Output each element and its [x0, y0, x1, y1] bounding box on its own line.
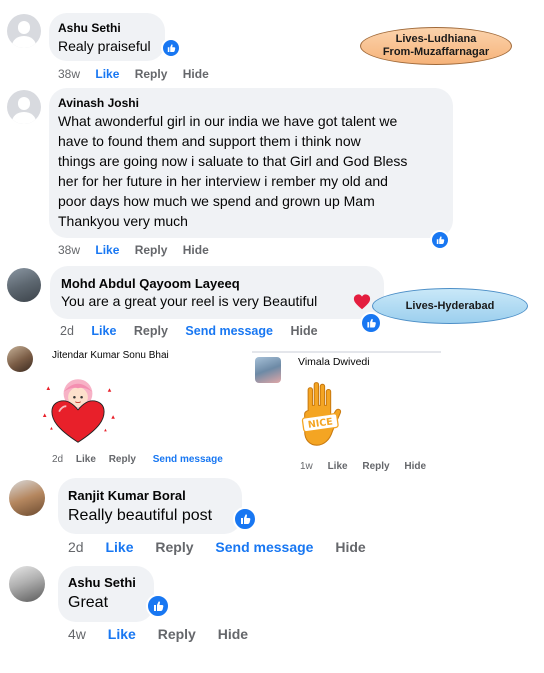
heart-girl-sticker: [42, 379, 115, 443]
comment-author[interactable]: Jitendar Kumar Sonu Bhai: [52, 350, 169, 361]
annotation-oval-hyderabad: Lives-Hyderabad: [372, 288, 528, 324]
avatar-default[interactable]: [7, 90, 41, 124]
annotation-line: Lives-Ludhiana: [395, 33, 477, 45]
comment-actions: 2d Like Reply Send message: [52, 454, 235, 465]
send-message-link[interactable]: Send message: [153, 454, 223, 465]
hide-link[interactable]: Hide: [290, 324, 317, 338]
reply-link[interactable]: Reply: [135, 243, 168, 257]
comment-text-line: What awonderful girl in our india we hav…: [58, 113, 398, 129]
like-link[interactable]: Like: [105, 539, 133, 555]
annotation-oval-ludhiana: Lives-Ludhiana From-Muzaffarnagar: [360, 27, 512, 65]
avatar-photo[interactable]: [9, 566, 45, 602]
comment-author[interactable]: Vimala Dwivedi: [298, 356, 370, 368]
comment-author[interactable]: Ranjit Kumar Boral: [68, 488, 186, 503]
comment-actions: 2d Like Reply Send message Hide: [60, 324, 330, 338]
comment-actions: 38w Like Reply Hide: [58, 67, 221, 81]
reply-link[interactable]: Reply: [134, 324, 168, 338]
like-link[interactable]: Like: [108, 626, 136, 642]
comment-actions: 2d Like Reply Send message Hide: [68, 539, 378, 555]
like-link[interactable]: Like: [76, 454, 96, 465]
reply-link[interactable]: Reply: [158, 626, 196, 642]
heart-reaction-icon[interactable]: [353, 293, 371, 311]
hide-link[interactable]: Hide: [404, 461, 426, 472]
avatar-default[interactable]: [7, 14, 41, 48]
annotation-line: From-Muzaffarnagar: [382, 46, 490, 58]
like-link[interactable]: Like: [95, 67, 119, 81]
nice-hand-sticker: NICE: [301, 382, 342, 446]
avatar-photo[interactable]: [7, 346, 33, 372]
hide-link[interactable]: Hide: [335, 539, 365, 555]
like-reaction-icon[interactable]: [430, 230, 450, 250]
like-link[interactable]: Like: [328, 461, 348, 472]
comment-text-line: poor days how much we spend and grown up…: [58, 193, 375, 209]
avatar-photo[interactable]: [9, 480, 45, 516]
send-message-link[interactable]: Send message: [215, 539, 313, 555]
divider: [252, 351, 441, 353]
comment-actions: 4w Like Reply Hide: [68, 626, 260, 642]
comment-actions: 38w Like Reply Hide: [58, 243, 221, 257]
avatar-photo[interactable]: [255, 357, 281, 383]
comment-time: 38w: [58, 67, 81, 81]
reply-link[interactable]: Reply: [109, 454, 136, 465]
comment-bubble: [58, 478, 242, 534]
hide-link[interactable]: Hide: [218, 626, 248, 642]
hide-link[interactable]: Hide: [183, 243, 209, 257]
like-reaction-icon[interactable]: [161, 38, 181, 58]
comment-text: Realy praiseful: [58, 38, 151, 54]
comment-text-line: things are going now i saluate to that G…: [58, 153, 408, 169]
reply-link[interactable]: Reply: [135, 67, 168, 81]
like-reaction-icon[interactable]: [146, 594, 170, 618]
comment-time: 2d: [68, 539, 84, 555]
comment-actions: 1w Like Reply Hide: [300, 461, 438, 472]
comment-author[interactable]: Avinash Joshi: [58, 96, 139, 110]
annotation-line: Lives-Hyderabad: [405, 299, 495, 312]
reply-link[interactable]: Reply: [362, 461, 389, 472]
send-message-link[interactable]: Send message: [185, 324, 273, 338]
comment-time: 1w: [300, 461, 313, 472]
comment-author[interactable]: Ashu Sethi: [58, 21, 121, 35]
comment-time: 2d: [52, 454, 64, 465]
comment-author[interactable]: Ashu Sethi: [68, 575, 136, 590]
comment-text-line: her for her future in her interview i re…: [58, 173, 388, 189]
comment-text: Really beautiful post: [68, 507, 213, 524]
hide-link[interactable]: Hide: [183, 67, 209, 81]
comment-text: Great: [68, 594, 109, 611]
comment-text-line: have to found them and support them i th…: [58, 133, 361, 149]
comment-time: 38w: [58, 243, 81, 257]
comment-text: You are a great your reel is very Beauti…: [61, 293, 318, 309]
comment-time: 2d: [60, 324, 74, 338]
comment-text-line: Thankyou very much: [58, 213, 188, 229]
like-reaction-icon[interactable]: [360, 312, 382, 334]
like-reaction-icon[interactable]: [233, 507, 257, 531]
comment-author[interactable]: Mohd Abdul Qayoom Layeeq: [61, 276, 240, 291]
avatar-photo[interactable]: [7, 268, 41, 302]
like-link[interactable]: Like: [91, 324, 116, 338]
like-link[interactable]: Like: [95, 243, 119, 257]
reply-link[interactable]: Reply: [155, 539, 193, 555]
comment-time: 4w: [68, 626, 86, 642]
